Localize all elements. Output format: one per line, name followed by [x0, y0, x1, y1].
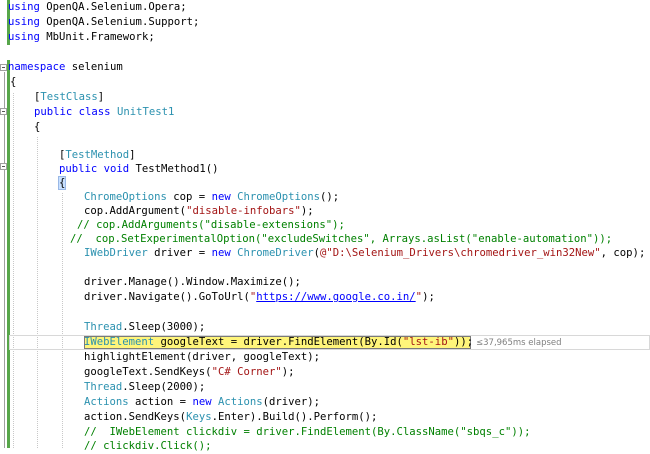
code-line: using OpenQA.Selenium.Opera; — [8, 1, 187, 13]
code-line: namespace selenium — [8, 61, 123, 73]
code-line: // cop.SetExperimentalOption("excludeSwi… — [70, 233, 613, 245]
code-line: [TestMethod] — [59, 149, 136, 161]
code-line: ChromeOptions cop = new ChromeOptions(); — [84, 191, 340, 203]
code-line: action.SendKeys(Keys.Enter).Build().Perf… — [84, 411, 378, 423]
indent-guide — [13, 93, 14, 448]
code-line: highlightElement(driver, googleText); — [84, 351, 320, 363]
code-line: [TestClass] — [34, 91, 105, 103]
code-line: // clickdiv.Click(); — [84, 440, 212, 452]
code-line: using MbUnit.Framework; — [8, 31, 155, 43]
code-line: public void TestMethod1() — [59, 163, 219, 175]
code-line: driver.Manage().Window.Maximize(); — [84, 276, 301, 288]
code-line: { — [34, 121, 41, 133]
code-line: // IWebElement clickdiv = driver.FindEle… — [84, 426, 531, 438]
code-line: public class UnitTest1 — [34, 106, 175, 118]
code-line: googleText.SendKeys("C# Corner"); — [84, 366, 295, 378]
perf-tip[interactable]: ≤37,965ms elapsed — [476, 337, 562, 349]
code-line: driver.Navigate().GoToUrl("https://www.g… — [84, 291, 435, 303]
change-indicator — [7, 60, 10, 448]
code-line: IWebDriver driver = new ChromeDriver(@"D… — [84, 247, 646, 259]
indent-guide — [62, 193, 63, 448]
outline-collapse-method[interactable] — [0, 163, 7, 170]
code-line: Thread.Sleep(2000); — [84, 381, 206, 393]
outline-collapse-namespace[interactable] — [0, 64, 7, 71]
indent-guide — [37, 137, 38, 448]
code-line: { — [10, 76, 17, 88]
code-line: cop.AddArgument("disable-infobars"); — [84, 205, 314, 217]
code-line-current: IWebElement googleText = driver.FindElem… — [84, 336, 474, 348]
url-link[interactable]: https://www.google.co.in/ — [256, 291, 415, 303]
code-line: Actions action = new Actions(driver); — [84, 396, 321, 408]
code-line: Thread.Sleep(3000); — [84, 321, 206, 333]
code-line: using OpenQA.Selenium.Support; — [8, 16, 200, 28]
matched-brace: { — [57, 176, 67, 190]
outline-collapse-class[interactable] — [0, 108, 7, 115]
code-line: // cop.AddArguments("disable-extensions"… — [77, 219, 345, 231]
outline-guide — [4, 72, 5, 448]
code-line: { — [57, 176, 67, 191]
